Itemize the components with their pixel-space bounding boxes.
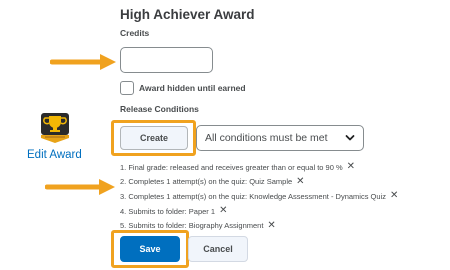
trophy-badge-icon [41,113,69,143]
close-icon[interactable]: ✕ [347,162,355,172]
close-icon[interactable]: ✕ [390,191,398,201]
conditions-select[interactable]: All conditions must be met [196,125,364,151]
list-item: 4. Submits to folder: Paper 1 ✕ [120,204,398,219]
condition-text: 2. Completes 1 attempt(s) on the quiz: Q… [120,177,293,187]
annotation-arrow-conditions [45,179,115,195]
release-conditions-label: Release Conditions [120,104,199,114]
create-button[interactable]: Create [120,126,188,150]
condition-text: 5. Submits to folder: Biography Assignme… [120,221,264,231]
credits-input[interactable] [120,47,213,73]
close-icon[interactable]: ✕ [267,220,275,231]
condition-text: 1. Final grade: released and receives gr… [120,162,343,172]
condition-text: 3. Completes 1 attempt(s) on the quiz: K… [120,191,386,201]
edit-award-link[interactable]: Edit Award [27,149,82,161]
close-icon[interactable]: ✕ [296,176,304,187]
award-hidden-label: Award hidden until earned [139,83,246,93]
conditions-list: 1. Final grade: released and receives gr… [120,160,398,233]
conditions-select-value: All conditions must be met [205,132,328,144]
chevron-down-icon [345,135,355,141]
list-item: 1. Final grade: released and receives gr… [120,160,398,175]
condition-text: 4. Submits to folder: Paper 1 [120,206,216,216]
award-hidden-checkbox[interactable] [120,81,134,95]
list-item: 2. Completes 1 attempt(s) on the quiz: Q… [120,175,398,190]
annotation-arrow-credits [50,54,116,70]
save-button[interactable]: Save [120,236,180,262]
credits-label: Credits [120,28,150,38]
close-icon[interactable]: ✕ [219,206,227,216]
list-item: 3. Completes 1 attempt(s) on the quiz: K… [120,189,398,204]
cancel-button[interactable]: Cancel [188,236,248,262]
award-title: High Achiever Award [120,7,255,22]
